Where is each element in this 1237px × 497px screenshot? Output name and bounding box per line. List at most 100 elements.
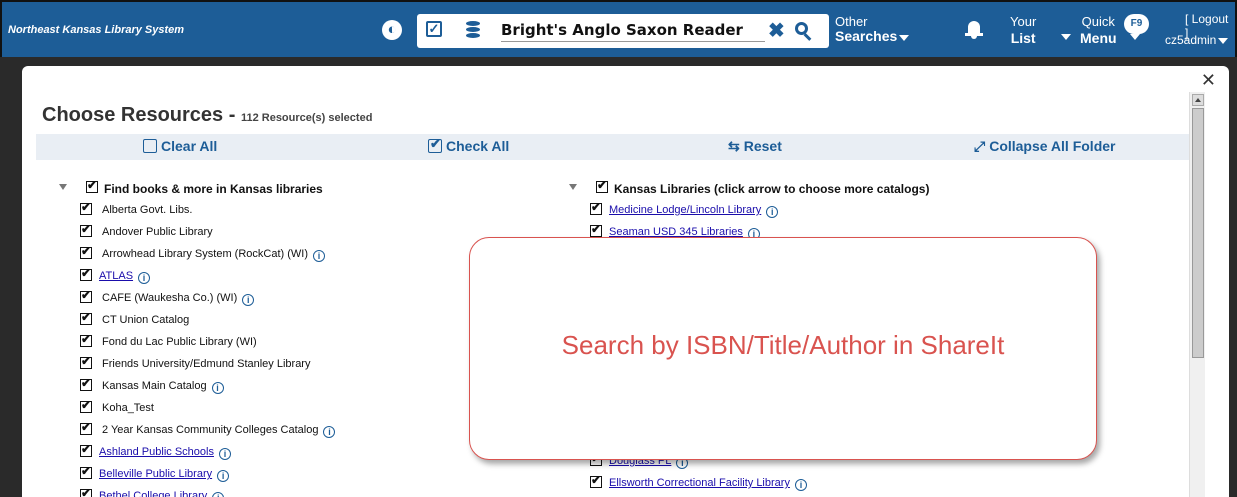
- info-icon[interactable]: i: [218, 448, 231, 460]
- resource-checkbox[interactable]: [80, 200, 92, 215]
- top-header: Northeast Kansas Library System ◐ ✓ ✖ Ot…: [0, 0, 1237, 57]
- expand-arrows-icon: ⤢: [974, 138, 986, 154]
- dialog-title: Choose Resources - 112 Resource(s) selec…: [42, 104, 372, 127]
- resource-label: Andover Public Library: [102, 226, 213, 238]
- resource-checkbox[interactable]: [80, 288, 92, 303]
- resource-label: 2 Year Kansas Community Colleges Catalog: [102, 424, 319, 436]
- folder-toggle-icon[interactable]: [59, 184, 67, 190]
- folder-checkbox[interactable]: [596, 178, 608, 193]
- info-icon[interactable]: i: [138, 272, 151, 284]
- resource-checkbox[interactable]: [80, 376, 92, 391]
- resource-item: Medicine Lodge/Lincoln Library i: [569, 200, 1169, 224]
- resource-label[interactable]: Medicine Lodge/Lincoln Library: [609, 204, 761, 216]
- info-icon[interactable]: i: [211, 382, 224, 394]
- quick-menu-button[interactable]: Quick Menu: [1080, 14, 1117, 46]
- annotation-callout: Search by ISBN/Title/Author in ShareIt: [469, 237, 1097, 460]
- resource-label[interactable]: Ellsworth Correctional Facility Library: [609, 477, 790, 489]
- info-icon[interactable]: i: [217, 470, 230, 482]
- resource-label[interactable]: ATLAS: [99, 270, 133, 282]
- resource-label: Friends University/Edmund Stanley Librar…: [102, 358, 311, 370]
- search-input[interactable]: [501, 18, 765, 42]
- resource-checkbox[interactable]: [590, 200, 602, 215]
- folder-checkbox[interactable]: [86, 178, 98, 193]
- reset-icon: ⇆: [728, 138, 740, 154]
- quick-menu-line1: Quick: [1081, 14, 1115, 29]
- resource-checkbox[interactable]: [80, 310, 92, 325]
- resource-checkbox[interactable]: [590, 222, 602, 237]
- your-list-chevron-icon[interactable]: [1061, 34, 1071, 40]
- resource-toolbar: Clear All Check All ⇆Reset ⤢Collapse All…: [36, 134, 1189, 160]
- quick-menu-chevron-icon[interactable]: [1130, 34, 1140, 40]
- folder-toggle-icon[interactable]: [569, 184, 577, 190]
- resource-checkbox[interactable]: [80, 244, 92, 259]
- resource-label: CAFE (Waukesha Co.) (WI): [102, 292, 238, 304]
- selected-count: 112 Resource(s) selected: [240, 112, 373, 124]
- resource-checkbox[interactable]: [80, 222, 92, 237]
- info-icon[interactable]: i: [323, 426, 336, 438]
- clear-all-label: Clear All: [161, 138, 218, 154]
- clear-all-button[interactable]: Clear All: [143, 138, 217, 154]
- close-icon[interactable]: ✕: [1201, 70, 1216, 91]
- resource-label: Kansas Main Catalog: [102, 380, 207, 392]
- search-box: ✓ ✖: [417, 14, 829, 48]
- resource-item: Belleville Public Library i: [59, 464, 559, 488]
- resource-checkbox[interactable]: [590, 473, 602, 488]
- resource-label[interactable]: Belleville Public Library: [99, 468, 212, 480]
- check-all-label: Check All: [446, 138, 510, 154]
- check-all-button[interactable]: Check All: [428, 136, 510, 154]
- resource-label: Alberta Govt. Libs.: [102, 204, 193, 216]
- collapse-label: Collapse All Folder: [989, 138, 1116, 154]
- choose-resources-dialog: ✕ Choose Resources - 112 Resource(s) sel…: [22, 66, 1229, 497]
- resource-label[interactable]: Bethel College Library: [99, 490, 207, 497]
- resource-checkbox[interactable]: [80, 398, 92, 413]
- info-icon[interactable]: i: [794, 479, 807, 491]
- globe-icon[interactable]: ◐: [382, 20, 402, 40]
- resource-label: Koha_Test: [102, 402, 154, 414]
- your-list-line2: List: [1010, 30, 1036, 46]
- brand-name: Northeast Kansas Library System: [8, 24, 185, 36]
- f9-badge: F9: [1124, 14, 1149, 34]
- resource-label: Arrowhead Library System (RockCat) (WI): [102, 248, 308, 260]
- resource-checkbox[interactable]: [80, 486, 92, 497]
- resource-checkbox[interactable]: [80, 464, 92, 479]
- resource-checkbox[interactable]: [80, 266, 92, 281]
- info-icon[interactable]: i: [242, 294, 255, 306]
- folder-kansas-libraries: Kansas Libraries (click arrow to choose …: [569, 178, 1169, 202]
- reset-label: Reset: [743, 138, 782, 154]
- scroll-up-arrow[interactable]: [1192, 94, 1204, 106]
- resource-checkbox[interactable]: [80, 420, 92, 435]
- resource-item: Alberta Govt. Libs.: [59, 200, 559, 224]
- folder-label: Kansas Libraries (click arrow to choose …: [614, 182, 930, 196]
- your-list-button[interactable]: Your List: [1010, 14, 1036, 46]
- username: cz5admin: [1165, 33, 1217, 47]
- info-icon[interactable]: i: [766, 206, 779, 218]
- clear-search-icon[interactable]: ✖: [768, 18, 785, 43]
- scroll-thumb[interactable]: [1192, 108, 1204, 358]
- other-searches-line1: Other: [835, 14, 868, 29]
- info-icon[interactable]: i: [212, 492, 225, 497]
- search-icon[interactable]: [795, 22, 813, 41]
- folder-label: Find books & more in Kansas libraries: [104, 182, 323, 196]
- dialog-title-text: Choose Resources -: [42, 104, 236, 126]
- other-searches-line2: Searches: [835, 28, 898, 44]
- resource-checkbox[interactable]: [80, 354, 92, 369]
- bell-icon[interactable]: [965, 21, 983, 39]
- your-list-line1: Your: [1010, 14, 1037, 29]
- resource-item: Bethel College Library i: [59, 486, 559, 497]
- reset-button[interactable]: ⇆ Reset: [728, 138, 782, 155]
- resource-label[interactable]: Ashland Public Schools: [99, 446, 214, 458]
- chevron-down-icon: [899, 34, 910, 41]
- resource-item: Ellsworth Correctional Facility Library i: [569, 473, 1169, 497]
- resource-checkbox[interactable]: [80, 442, 92, 457]
- user-menu[interactable]: cz5admin: [1165, 33, 1229, 47]
- resource-label: CT Union Catalog: [102, 314, 190, 326]
- resource-checkbox[interactable]: [80, 332, 92, 347]
- collapse-all-button[interactable]: ⤢ Collapse All Folder: [974, 138, 1115, 155]
- info-icon[interactable]: i: [313, 250, 325, 262]
- resource-label: Fond du Lac Public Library (WI): [102, 336, 257, 348]
- checkbox-toggle-icon[interactable]: ✓: [426, 21, 442, 37]
- folder-find-books: Find books & more in Kansas libraries: [59, 178, 559, 202]
- scrollbar[interactable]: [1189, 92, 1205, 497]
- database-icon[interactable]: [466, 21, 480, 38]
- other-searches-menu[interactable]: Other Searches: [835, 14, 910, 44]
